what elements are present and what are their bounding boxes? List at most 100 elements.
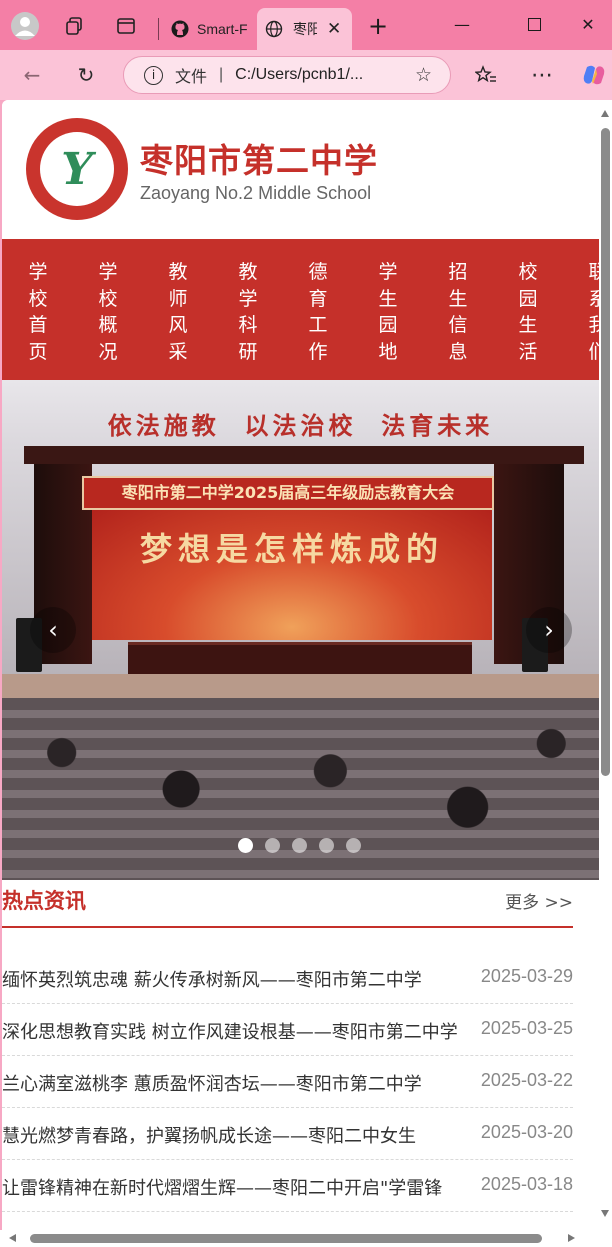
news-item[interactable]: 慧光燃梦青春路，护翼扬帆成长途——枣阳二中女生 2025-03-20 [2, 1108, 573, 1160]
back-arrow-icon: ← [23, 63, 41, 87]
tab-actions-icon [117, 18, 135, 34]
back-button[interactable]: ← [16, 59, 48, 91]
school-logo[interactable]: Y [26, 118, 128, 220]
browser-tab-bar: Smart-F 枣阳 ✕ + — ✕ [0, 0, 612, 50]
more-dots-icon: ⋯ [531, 62, 553, 88]
copilot-icon [583, 65, 605, 85]
favorites-button[interactable] [470, 59, 502, 91]
carousel-dot[interactable] [265, 838, 280, 853]
site-title: 枣阳市第二中学 [140, 141, 378, 180]
site-subtitle: Zaoyang No.2 Middle School [140, 183, 372, 203]
news-section-title: 热点资讯 [2, 889, 86, 913]
maximize-button[interactable] [510, 6, 558, 42]
url-text[interactable]: C:/Users/pcnb1/... [235, 66, 363, 84]
copilot-button[interactable] [578, 59, 610, 91]
github-icon [171, 20, 189, 38]
news-item[interactable]: 缅怀英烈筑忠魂 薪火传承树新风——枣阳市第二中学 2025-03-29 [2, 952, 573, 1004]
tab-actions-button[interactable] [110, 10, 142, 42]
backdrop-title: 梦想是怎样炼成的 [139, 530, 444, 568]
nav-item-admissions[interactable]: 招生信息 [446, 259, 470, 365]
news-item-date: 2025-03-25 [480, 1018, 573, 1038]
scroll-right-icon[interactable] [568, 1234, 575, 1242]
nav-item-students[interactable]: 学生园地 [376, 259, 400, 365]
chevron-right-icon: › [544, 616, 554, 644]
address-bar[interactable]: i 文件 | C:/Users/pcnb1/... ☆ [123, 56, 451, 94]
news-item-title[interactable]: 慧光燃梦青春路，护翼扬帆成长途——枣阳二中女生 [2, 1122, 464, 1148]
close-icon: ✕ [581, 14, 595, 34]
news-item[interactable]: 深化思想教育实践 树立作风建设根基——枣阳市第二中学 2025-03-25 [2, 1004, 573, 1056]
security-label: 文件 [175, 69, 208, 86]
news-more-link[interactable]: 更多 >> [505, 888, 573, 913]
horizontal-scrollbar[interactable] [0, 1230, 612, 1247]
minimize-button[interactable]: — [438, 6, 486, 42]
carousel-dot[interactable] [292, 838, 307, 853]
page-viewport: Y 枣阳市第二中学 Zaoyang No.2 Middle School 学校首… [2, 100, 599, 1230]
image-carousel[interactable]: 依法施教 以法治校 法育未来 枣阳市第二中学2025届高三年级励志教育大会 梦想… [2, 380, 599, 880]
scroll-up-icon[interactable] [601, 110, 609, 117]
vertical-scroll-thumb[interactable] [601, 128, 610, 776]
plus-icon: + [367, 12, 389, 40]
tab-github[interactable]: Smart-F [163, 8, 257, 50]
news-item-date: 2025-03-18 [480, 1174, 573, 1194]
news-item-date: 2025-03-22 [480, 1070, 573, 1090]
news-item[interactable]: 兰心满室滋桃李 蕙质盈怀润杏坛——枣阳市第二中学 2025-03-22 [2, 1056, 573, 1108]
nav-item-teachers[interactable]: 教师风采 [166, 259, 190, 365]
nav-item-contact[interactable]: 联系我们 [586, 259, 599, 365]
tab-label: 枣阳 [293, 21, 317, 37]
logo-mark: Y [61, 143, 93, 195]
main-nav: 学校首页 学校概况 教师风采 教学科研 德育工作 学生园地 招生信息 校园生活 … [2, 239, 599, 380]
news-header: 热点资讯 更多 >> [2, 880, 573, 928]
close-tab-icon[interactable]: ✕ [327, 19, 341, 39]
nav-item-campus-life[interactable]: 校园生活 [516, 259, 540, 365]
carousel-indicators [238, 838, 373, 854]
scroll-down-icon[interactable] [601, 1210, 609, 1217]
refresh-button[interactable]: ↻ [70, 59, 102, 91]
carousel-slide-photo: 依法施教 以法治校 法育未来 枣阳市第二中学2025届高三年级励志教育大会 梦想… [2, 380, 599, 880]
carousel-dot[interactable] [346, 838, 361, 853]
scroll-left-icon[interactable] [9, 1234, 16, 1242]
tab-label: Smart-F [197, 21, 248, 37]
nav-item-research[interactable]: 教学科研 [236, 259, 260, 365]
carousel-dot[interactable] [238, 838, 253, 853]
avatar-icon [11, 12, 39, 40]
news-item[interactable]: 让雷锋精神在新时代熠熠生辉——枣阳二中开启"学雷锋 2025-03-18 [2, 1160, 573, 1212]
new-tab-button[interactable]: + [362, 10, 394, 42]
close-window-button[interactable]: ✕ [564, 6, 612, 42]
workspaces-icon [66, 17, 82, 35]
stage-backdrop: 梦想是怎样炼成的 [92, 510, 492, 640]
stage-floor [2, 674, 599, 698]
carousel-dot[interactable] [319, 838, 334, 853]
tab-active[interactable]: 枣阳 ✕ [257, 8, 352, 50]
stage-table [128, 642, 472, 674]
tab-separator [158, 18, 159, 40]
carousel-prev-button[interactable]: ‹ [30, 607, 76, 653]
refresh-icon: ↻ [77, 63, 95, 87]
favorites-list-icon [475, 65, 496, 83]
carousel-next-button[interactable]: › [526, 607, 572, 653]
profile-avatar[interactable] [9, 10, 41, 42]
chevron-left-icon: ‹ [48, 616, 58, 644]
site-header: Y 枣阳市第二中学 Zaoyang No.2 Middle School [2, 100, 599, 239]
address-divider: | [219, 66, 224, 83]
minimize-icon: — [454, 14, 470, 34]
nav-item-moral-education[interactable]: 德育工作 [306, 259, 330, 365]
globe-icon [265, 20, 283, 38]
nav-item-about[interactable]: 学校概况 [96, 259, 120, 365]
maximize-icon [527, 17, 541, 31]
hall-slogan: 依法施教 以法治校 法育未来 [107, 412, 494, 440]
browser-toolbar: ← ↻ i 文件 | C:/Users/pcnb1/... ☆ ⋯ [0, 50, 612, 100]
news-section: 热点资讯 更多 >> 缅怀英烈筑忠魂 薪火传承树新风——枣阳市第二中学 2025… [2, 880, 599, 1230]
nav-item-home[interactable]: 学校首页 [26, 259, 50, 365]
collections-button[interactable] [58, 10, 90, 42]
favorite-star-icon[interactable]: ☆ [415, 64, 432, 86]
news-item-date: 2025-03-20 [480, 1122, 573, 1142]
vertical-scrollbar[interactable] [599, 100, 612, 1230]
news-item-title[interactable]: 让雷锋精神在新时代熠熠生辉——枣阳二中开启"学雷锋 [2, 1174, 464, 1200]
horizontal-scroll-thumb[interactable] [30, 1234, 542, 1243]
more-menu-button[interactable]: ⋯ [526, 59, 558, 91]
info-icon[interactable]: i [144, 65, 163, 85]
logo-emblem: Y [40, 132, 114, 206]
news-item-title[interactable]: 兰心满室滋桃李 蕙质盈怀润杏坛——枣阳市第二中学 [2, 1070, 464, 1096]
news-item-title[interactable]: 深化思想教育实践 树立作风建设根基——枣阳市第二中学 [2, 1018, 464, 1044]
news-item-title[interactable]: 缅怀英烈筑忠魂 薪火传承树新风——枣阳市第二中学 [2, 966, 464, 992]
